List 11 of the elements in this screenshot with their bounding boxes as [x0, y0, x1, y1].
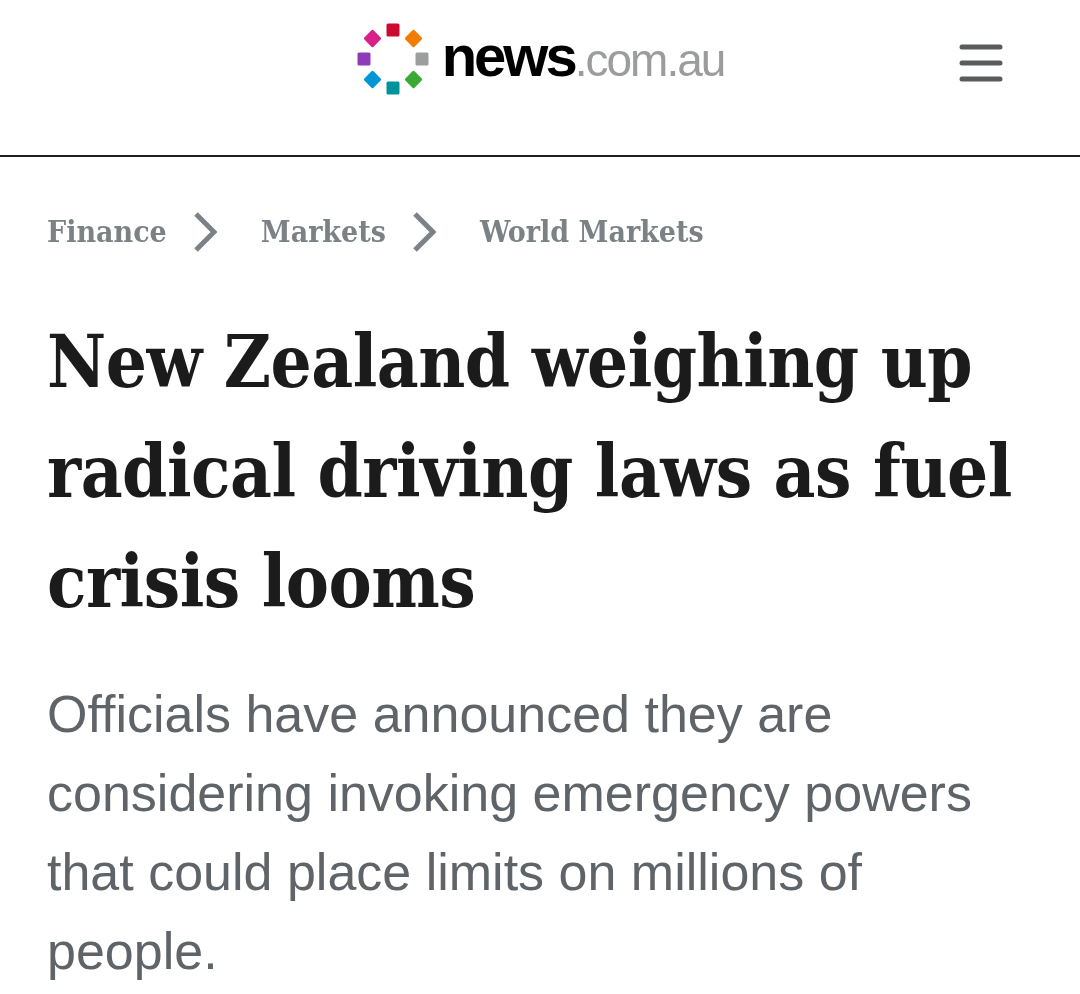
chevron-right-icon	[192, 212, 217, 252]
breadcrumb-link[interactable]: Finance	[47, 212, 167, 252]
site-logo-wordmark: news.com.au	[441, 27, 725, 85]
article-standfirst: Officials have announced they are considering invoking emergency powers that could place limits on millions of people.	[47, 684, 973, 982]
dot-ring-logo-icon	[355, 21, 430, 97]
menu-icon[interactable]	[959, 44, 1003, 82]
article-headline: New Zealand weighing up radical driving laws as fuel crisis looms	[47, 318, 1013, 626]
breadcrumb-link[interactable]: Markets	[260, 212, 386, 252]
site-logo-link[interactable]: news.com.au	[355, 21, 725, 97]
chevron-right-icon	[411, 212, 436, 252]
breadcrumb-link[interactable]: World Markets	[479, 212, 704, 252]
